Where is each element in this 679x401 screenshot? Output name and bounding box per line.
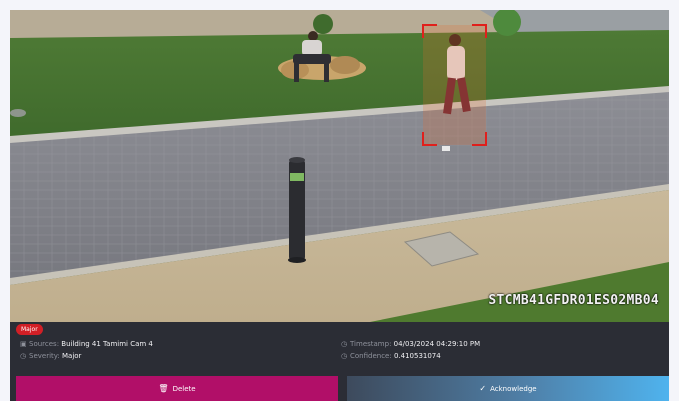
sources-value: Building 41 Tamimi Cam 4: [61, 340, 153, 348]
trash-icon: 🗑: [158, 384, 169, 393]
delete-button[interactable]: 🗑 Delete: [16, 376, 338, 401]
camera-frame: STCMB41GFDR01ES02MB04: [10, 10, 669, 322]
severity-row: ◷ Severity: Major: [20, 351, 81, 361]
detection-box: [422, 24, 487, 146]
sources-label: Sources:: [29, 340, 60, 348]
confidence-value: 0.410531074: [393, 352, 441, 360]
shrub: [313, 14, 333, 34]
camera-scene: [10, 10, 669, 322]
severity-badge: Major: [16, 324, 43, 335]
severity-value: Major: [62, 352, 82, 360]
timestamp-label: Timestamp:: [350, 340, 392, 348]
check-icon: ✓: [479, 384, 487, 393]
severity-label: Severity:: [29, 352, 60, 360]
acknowledge-label: Acknowledge: [490, 384, 537, 393]
bollard-light: [288, 157, 306, 263]
clock-icon: ◷: [341, 340, 348, 348]
alert-card: STCMB41GFDR01ES02MB04 Major ▣ Sources: Bu…: [10, 10, 669, 401]
delete-label: Delete: [172, 384, 196, 393]
clock-icon: ◷: [20, 352, 27, 360]
sources-row: ▣ Sources: Building 41 Tamimi Cam 4: [20, 339, 153, 349]
camera-id-overlay: STCMB41GFDR01ES02MB04: [488, 293, 659, 308]
timestamp-value: 04/03/2024 04:29:10 PM: [393, 340, 481, 348]
clock-icon: ◷: [341, 352, 348, 360]
acknowledge-button[interactable]: ✓ Acknowledge: [347, 376, 669, 401]
confidence-row: ◷ Confidence: 0.410531074: [341, 351, 441, 361]
timestamp-row: ◷ Timestamp: 04/03/2024 04:29:10 PM: [341, 339, 480, 349]
confidence-label: Confidence:: [350, 352, 392, 360]
camera-icon: ▣: [20, 340, 27, 348]
